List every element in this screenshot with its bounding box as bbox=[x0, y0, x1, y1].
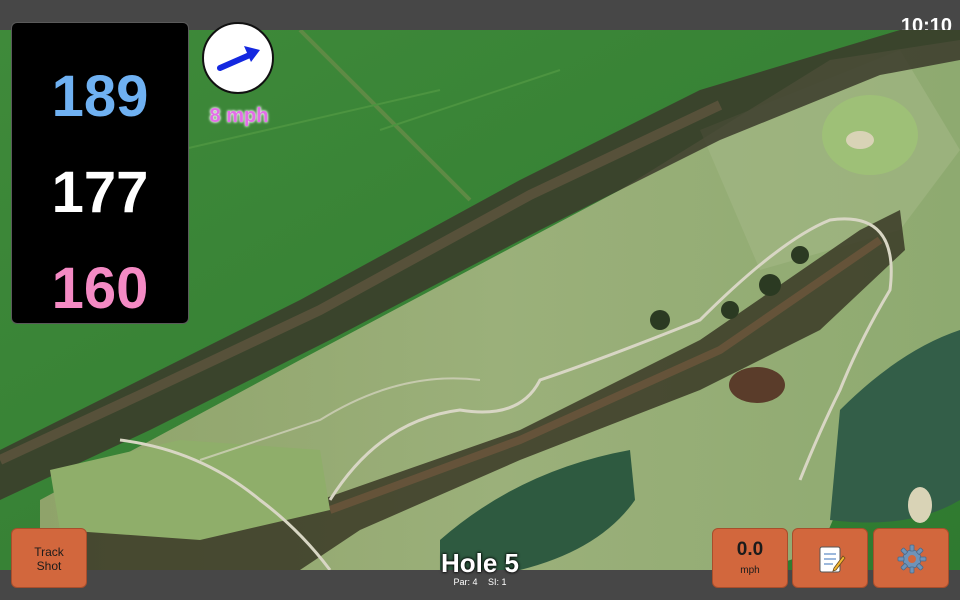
yardage-panel: 189 177 160 bbox=[11, 22, 189, 324]
hole-si: SI: 1 bbox=[488, 577, 507, 587]
notes-button[interactable] bbox=[792, 528, 868, 588]
track-shot-label-1: Track bbox=[34, 545, 64, 559]
speed-unit: mph bbox=[740, 565, 760, 576]
settings-button[interactable] bbox=[873, 528, 949, 588]
track-shot-label-2: Shot bbox=[36, 559, 62, 573]
hole-par: Par: 4 bbox=[453, 577, 478, 587]
yardage-back: 189 bbox=[51, 64, 149, 129]
yardage-middle: 177 bbox=[51, 160, 149, 225]
speed-button[interactable]: 0.0 mph bbox=[712, 528, 788, 588]
yardage-front: 160 bbox=[51, 256, 149, 321]
track-shot-button[interactable]: Track Shot bbox=[11, 528, 87, 588]
gear-icon bbox=[897, 544, 927, 574]
wind-arrow-icon bbox=[217, 46, 260, 71]
notepad-icon bbox=[819, 546, 846, 573]
wind-speed: 8 mph bbox=[209, 105, 269, 127]
hole-meta: Par: 4 SI: 1 bbox=[380, 577, 580, 588]
wind-indicator[interactable] bbox=[202, 22, 274, 94]
hole-title: Hole 5 bbox=[440, 548, 520, 578]
speed-value: 0.0 bbox=[736, 539, 764, 560]
